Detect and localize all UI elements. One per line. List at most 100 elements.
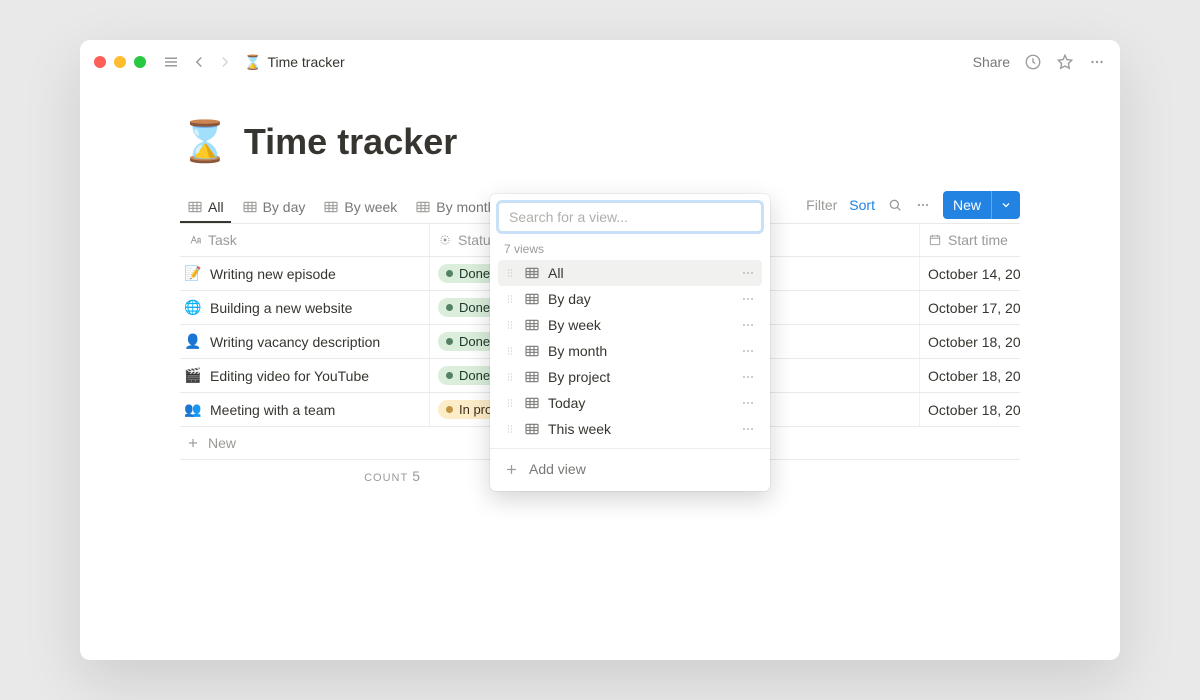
view-option-by-week[interactable]: By week — [498, 312, 762, 338]
share-button[interactable]: Share — [973, 54, 1010, 70]
table-icon — [524, 317, 540, 333]
start-time: October 18, 2022 2:00 PM — [928, 334, 1020, 350]
separator — [490, 448, 770, 449]
page-emoji[interactable]: ⌛ — [180, 118, 230, 165]
drag-handle-icon[interactable] — [504, 397, 516, 409]
row-icon: 🎬 — [184, 367, 202, 384]
table-icon — [524, 265, 540, 281]
search-icon[interactable] — [887, 197, 903, 213]
view-search-input[interactable] — [498, 202, 762, 232]
drag-handle-icon[interactable] — [504, 345, 516, 357]
topbar-right: Share — [973, 53, 1106, 71]
count-value: 5 — [412, 468, 420, 484]
filter-button[interactable]: Filter — [806, 197, 837, 213]
new-button-chevron[interactable] — [991, 191, 1020, 219]
cell-task[interactable]: 👥 Meeting with a team — [180, 393, 430, 426]
row-icon: 🌐 — [184, 299, 202, 316]
view-option-label: By day — [548, 291, 591, 307]
task-name: Writing vacancy description — [210, 334, 380, 350]
drag-handle-icon[interactable] — [504, 423, 516, 435]
topbar: ⌛ Time tracker Share — [80, 40, 1120, 84]
view-option-label: By project — [548, 369, 610, 385]
views-popover: 7 views All By day By week By month By proje… — [490, 194, 770, 491]
tab-by-week[interactable]: By week — [316, 193, 404, 223]
cell-task[interactable]: 📝 Writing new episode — [180, 257, 430, 290]
view-option-by-project[interactable]: By project — [498, 364, 762, 390]
view-option-by-month[interactable]: By month — [498, 338, 762, 364]
table-icon — [524, 395, 540, 411]
breadcrumb-title: Time tracker — [267, 54, 344, 70]
task-name: Meeting with a team — [210, 402, 335, 418]
drag-handle-icon[interactable] — [504, 371, 516, 383]
views-toolbar: Filter Sort New — [806, 191, 1020, 223]
drag-handle-icon[interactable] — [504, 293, 516, 305]
task-name: Building a new website — [210, 300, 352, 316]
drag-handle-icon[interactable] — [504, 319, 516, 331]
drag-handle-icon[interactable] — [504, 267, 516, 279]
favorite-icon[interactable] — [1056, 53, 1074, 71]
view-option-label: By week — [548, 317, 601, 333]
page-icon: ⌛ — [244, 54, 261, 71]
view-option-more-icon[interactable] — [740, 343, 756, 359]
tab-by-day[interactable]: By day — [235, 193, 313, 223]
minimize-window-button[interactable] — [114, 56, 126, 68]
view-option-more-icon[interactable] — [740, 395, 756, 411]
text-property-icon — [188, 233, 202, 247]
view-option-today[interactable]: Today — [498, 390, 762, 416]
nav-arrows — [188, 51, 236, 73]
more-icon[interactable] — [1088, 53, 1106, 71]
view-option-label: All — [548, 265, 564, 281]
back-button[interactable] — [188, 51, 210, 73]
status-property-icon — [438, 233, 452, 247]
view-option-more-icon[interactable] — [740, 421, 756, 437]
view-option-more-icon[interactable] — [740, 291, 756, 307]
start-time: October 14, 2022 10:00 AM — [928, 266, 1020, 282]
task-name: Writing new episode — [210, 266, 336, 282]
view-option-all[interactable]: All — [498, 260, 762, 286]
new-button[interactable]: New — [943, 191, 1020, 219]
cell-start[interactable]: October 18, 2022 4:00 PM — [920, 359, 1020, 392]
view-option-by-day[interactable]: By day — [498, 286, 762, 312]
cell-start[interactable]: October 18, 2022 6:00 PM — [920, 393, 1020, 426]
task-name: Editing video for YouTube — [210, 368, 369, 384]
add-view-button[interactable]: Add view — [498, 455, 762, 483]
cell-task[interactable]: 👤 Writing vacancy description — [180, 325, 430, 358]
view-option-more-icon[interactable] — [740, 265, 756, 281]
views-list: All By day By week By month By project Today T… — [498, 260, 762, 442]
cell-task[interactable]: 🌐 Building a new website — [180, 291, 430, 324]
row-icon: 👥 — [184, 401, 202, 418]
views-heading: 7 views — [498, 232, 762, 260]
maximize-window-button[interactable] — [134, 56, 146, 68]
table-icon — [524, 421, 540, 437]
col-start[interactable]: Start time — [920, 224, 1020, 256]
table-icon — [242, 199, 258, 215]
page-title[interactable]: Time tracker — [244, 121, 457, 163]
table-icon — [415, 199, 431, 215]
view-option-label: By month — [548, 343, 607, 359]
table-icon — [524, 291, 540, 307]
close-window-button[interactable] — [94, 56, 106, 68]
view-option-this-week[interactable]: This week — [498, 416, 762, 442]
breadcrumb[interactable]: ⌛ Time tracker — [244, 54, 345, 71]
cell-start[interactable]: October 14, 2022 10:00 AM — [920, 257, 1020, 290]
col-task[interactable]: Task — [180, 224, 430, 256]
plus-icon — [504, 462, 519, 477]
tab-all[interactable]: All — [180, 193, 231, 223]
row-icon: 👤 — [184, 333, 202, 350]
cell-start[interactable]: October 17, 2022 1:00 PM — [920, 291, 1020, 324]
table-icon — [524, 369, 540, 385]
sort-button[interactable]: Sort — [849, 197, 875, 213]
updates-icon[interactable] — [1024, 53, 1042, 71]
view-option-more-icon[interactable] — [740, 369, 756, 385]
sidebar-toggle-icon[interactable] — [160, 51, 182, 73]
cell-start[interactable]: October 18, 2022 2:00 PM — [920, 325, 1020, 358]
view-option-label: Today — [548, 395, 585, 411]
view-options-icon[interactable] — [915, 197, 931, 213]
add-view-label: Add view — [529, 461, 586, 477]
row-icon: 📝 — [184, 265, 202, 282]
cell-task[interactable]: 🎬 Editing video for YouTube — [180, 359, 430, 392]
forward-button[interactable] — [214, 51, 236, 73]
start-time: October 17, 2022 1:00 PM — [928, 300, 1020, 316]
view-option-more-icon[interactable] — [740, 317, 756, 333]
tab-by-month[interactable]: By month — [408, 193, 502, 223]
